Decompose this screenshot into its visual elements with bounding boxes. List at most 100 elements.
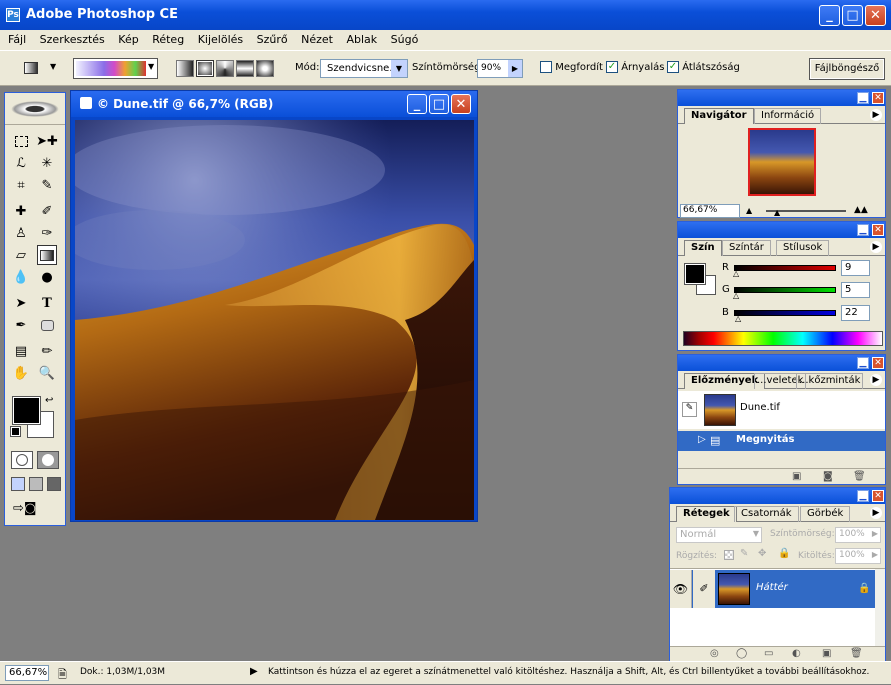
eyedropper-tool-icon[interactable]: ✏	[37, 341, 57, 361]
navigator-zoom-slider[interactable]: ▲	[766, 208, 846, 217]
panel-close-icon[interactable]: ✕	[872, 224, 884, 236]
magic-wand-tool-icon[interactable]: ✳	[37, 153, 57, 173]
panel-menu-icon[interactable]: ▶	[870, 374, 882, 386]
slice-tool-icon[interactable]: ✎	[37, 175, 57, 195]
link-layer-icon[interactable]: ◎	[710, 648, 719, 659]
navigator-zoom-input[interactable]: 66,67%	[680, 204, 740, 218]
zoom-in-icon[interactable]: ▲▲	[854, 205, 868, 215]
shape-tool-icon[interactable]	[37, 315, 57, 335]
dodge-tool-icon[interactable]: ●	[37, 267, 57, 287]
gradient-tool-icon[interactable]	[37, 245, 57, 265]
swap-colors-icon[interactable]: ↩	[45, 395, 53, 406]
screen-mode-standard-icon[interactable]	[11, 477, 25, 491]
history-state-slider-icon[interactable]: ▷	[698, 434, 706, 445]
menu-view[interactable]: Nézet	[301, 33, 333, 46]
tab-tool-presets[interactable]: ...kőzminták	[796, 373, 864, 389]
linear-gradient-icon[interactable]	[176, 60, 194, 77]
angle-gradient-icon[interactable]	[216, 60, 234, 77]
healing-brush-tool-icon[interactable]: ✚	[11, 201, 31, 221]
path-selection-tool-icon[interactable]: ➤	[11, 293, 31, 313]
panel-close-icon[interactable]: ✕	[872, 357, 884, 369]
menu-file[interactable]: Fájl	[8, 33, 26, 46]
eraser-tool-icon[interactable]: ▱	[11, 245, 31, 265]
lock-pixels-icon[interactable]: ✎	[740, 548, 748, 559]
quick-mask-mode-icon[interactable]	[37, 451, 59, 469]
gradient-picker[interactable]: ▼	[73, 58, 158, 79]
panel-minimize-icon[interactable]: ▁	[857, 92, 869, 104]
menu-window[interactable]: Ablak	[346, 33, 377, 46]
menu-edit[interactable]: Szerkesztés	[40, 33, 105, 46]
screen-mode-full-icon[interactable]	[47, 477, 61, 491]
trash-icon[interactable]: 🗑	[850, 648, 863, 659]
maximize-button[interactable]: □	[842, 5, 863, 26]
panel-menu-icon[interactable]: ▶	[870, 241, 882, 253]
menu-help[interactable]: Súgó	[391, 33, 419, 46]
menu-layer[interactable]: Réteg	[152, 33, 184, 46]
lasso-tool-icon[interactable]: ℒ	[11, 153, 31, 173]
brush-tool-icon[interactable]: ✐	[37, 201, 57, 221]
r-slider[interactable]	[734, 265, 836, 271]
reverse-checkbox[interactable]	[540, 61, 552, 73]
layer-opacity-input[interactable]: 100% ▶	[835, 527, 881, 543]
color-spectrum-bar[interactable]	[683, 331, 883, 346]
document-minimize-button[interactable]: _	[407, 94, 427, 114]
lock-all-icon[interactable]: 🔒	[778, 548, 790, 559]
b-slider-thumb-icon[interactable]: △	[735, 314, 741, 323]
minimize-button[interactable]: _	[819, 5, 840, 26]
opacity-input[interactable]: 90% ▶	[477, 59, 523, 78]
dither-checkbox[interactable]: ✓	[606, 61, 618, 73]
tab-layers[interactable]: Rétegek	[676, 506, 737, 522]
blend-mode-select[interactable]: Normál ▼	[676, 527, 762, 543]
document-canvas[interactable]	[75, 120, 474, 520]
file-browser-button[interactable]: Fájlböngésző	[809, 58, 885, 80]
fill-input[interactable]: 100% ▶	[835, 548, 881, 564]
tab-channels[interactable]: Csatornák	[734, 506, 799, 522]
blur-tool-icon[interactable]: 💧	[11, 267, 31, 287]
panel-minimize-icon[interactable]: ▁	[857, 224, 869, 236]
new-document-from-state-icon[interactable]: ▣	[792, 471, 801, 482]
tab-styles[interactable]: Stílusok	[776, 240, 830, 256]
menu-image[interactable]: Kép	[118, 33, 138, 46]
type-tool-icon[interactable]: T	[37, 293, 57, 313]
radial-gradient-icon[interactable]	[196, 60, 214, 77]
r-input[interactable]: 9	[841, 260, 870, 276]
color-fg-swatch[interactable]	[684, 263, 706, 285]
layer-visibility-eye-icon[interactable]: 👁	[670, 570, 692, 608]
panel-menu-icon[interactable]: ▶	[870, 109, 882, 121]
layer-style-icon[interactable]: ◯	[736, 648, 747, 659]
new-layer-set-icon[interactable]: ▭	[764, 648, 773, 659]
close-button[interactable]: ✕	[865, 5, 886, 26]
menu-select[interactable]: Kijelölés	[198, 33, 243, 46]
mode-select[interactable]: Szendvicsne... ▼	[320, 59, 408, 78]
new-snapshot-icon[interactable]: ◙	[823, 471, 833, 482]
document-maximize-button[interactable]: □	[429, 94, 449, 114]
panel-close-icon[interactable]: ✕	[872, 92, 884, 104]
marquee-tool-icon[interactable]	[11, 131, 31, 151]
jump-to-imageready-icon[interactable]: ⇨◙	[13, 501, 59, 519]
tool-preset-button[interactable]: ▼	[22, 60, 60, 78]
transparency-checkbox[interactable]: ✓	[667, 61, 679, 73]
hand-tool-icon[interactable]: ✋	[11, 363, 31, 383]
panel-close-icon[interactable]: ✕	[872, 490, 884, 502]
reflected-gradient-icon[interactable]	[236, 60, 254, 77]
status-zoom-input[interactable]: 66,67%	[5, 665, 49, 681]
tab-navigator[interactable]: Navigátor	[684, 108, 754, 124]
layer-row[interactable]: 👁 ✐ Háttér 🔒	[670, 570, 875, 608]
document-info-icon[interactable]: 🗎	[58, 666, 67, 685]
arrow-right-icon[interactable]: ▶	[508, 60, 522, 77]
tab-info[interactable]: Információ	[754, 108, 822, 124]
pen-tool-icon[interactable]: ✒	[11, 315, 31, 335]
history-brush-tool-icon[interactable]: ✑	[37, 223, 57, 243]
r-slider-thumb-icon[interactable]: △	[733, 269, 739, 278]
new-layer-icon[interactable]: ▣	[822, 648, 831, 659]
b-slider[interactable]	[734, 310, 836, 316]
crop-tool-icon[interactable]: ⌗	[11, 175, 31, 195]
history-brush-source-icon[interactable]: ✎	[682, 402, 697, 417]
navigator-preview[interactable]	[748, 128, 816, 196]
lock-position-icon[interactable]: ✥	[758, 548, 766, 559]
screen-mode-full-menu-icon[interactable]	[29, 477, 43, 491]
reverse-option[interactable]: Megfordít	[540, 61, 603, 73]
slider-thumb-icon[interactable]: ▲	[774, 208, 780, 217]
trash-icon[interactable]: 🗑	[853, 471, 866, 482]
default-colors-icon[interactable]	[10, 426, 21, 437]
